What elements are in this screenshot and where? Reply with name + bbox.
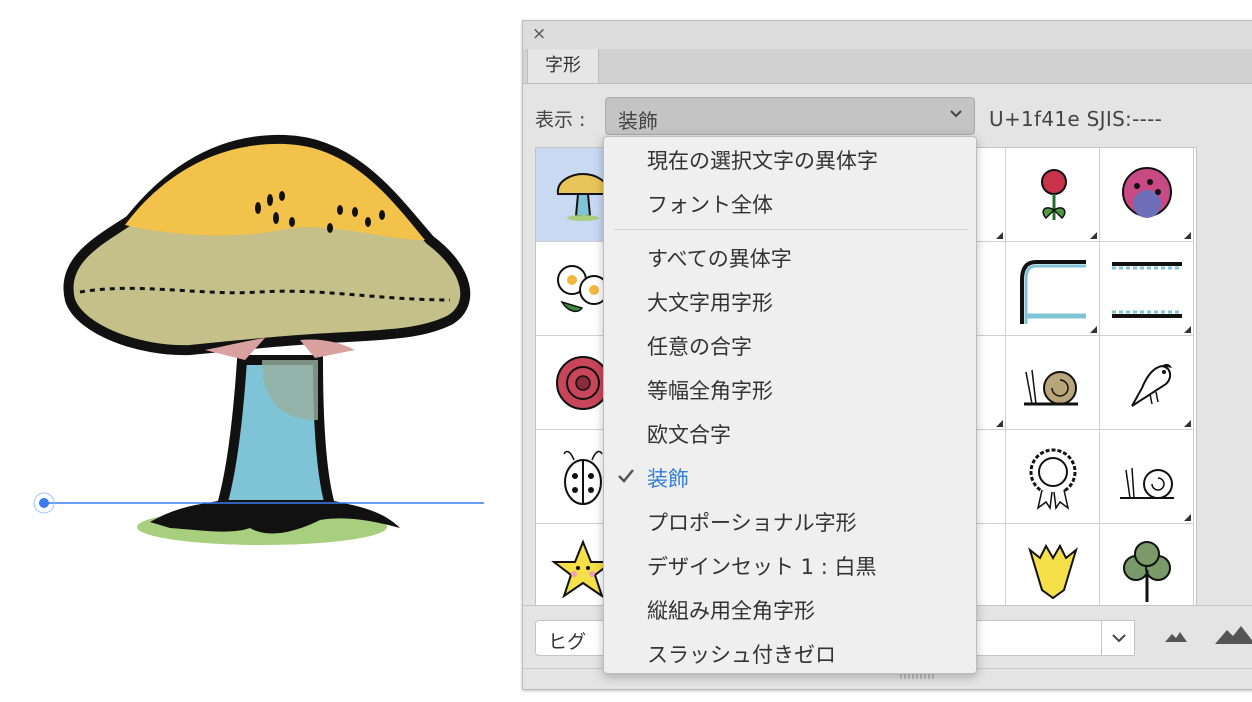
menu-item-titling-alternates[interactable]: 大文字用字形 — [604, 279, 976, 323]
checkmark-icon — [618, 469, 634, 483]
zoom-in-mountain-icon[interactable] — [1215, 624, 1252, 644]
glyph-cell-clover-flower[interactable] — [1100, 148, 1194, 242]
mushroom-artwork[interactable] — [0, 0, 520, 702]
glyph-cell-bird[interactable] — [1100, 336, 1194, 430]
menu-separator — [614, 229, 968, 230]
unicode-readout: U+1f41e SJIS:---- — [989, 107, 1163, 131]
show-select[interactable]: 装飾 — [605, 97, 975, 135]
shamrock-icon — [1123, 541, 1171, 602]
show-dropdown-menu: 現在の選択文字の異体字 フォント全体 すべての異体字 大文字用字形 任意の合字 … — [603, 136, 977, 674]
close-icon[interactable]: × — [532, 24, 546, 44]
glyph-cell-flower-bud[interactable] — [1006, 148, 1100, 242]
menu-item-slashed-zero[interactable]: スラッシュ付きゼロ — [604, 631, 976, 675]
flower-bud-icon — [1041, 169, 1067, 220]
tulip-icon — [1028, 543, 1078, 600]
artboard[interactable] — [0, 0, 520, 702]
snail-icon — [1024, 369, 1078, 406]
glyph-cell-snail[interactable] — [1006, 336, 1100, 430]
bird-icon — [1131, 363, 1172, 407]
font-family-dropdown-button[interactable] — [1101, 620, 1135, 656]
menu-item-all-alternates[interactable]: すべての異体字 — [604, 235, 976, 279]
glyph-cell-shamrock[interactable] — [1100, 524, 1194, 606]
menu-item-label: 現在の選択文字の異体字 — [647, 149, 878, 173]
menu-item-discretionary-ligatures[interactable]: 任意の合字 — [604, 323, 976, 367]
glyph-cell-tape-frame-left[interactable] — [1006, 242, 1100, 336]
menu-item-label: スラッシュ付きゼロ — [647, 643, 836, 667]
menu-item-label: 縦組み用全角字形 — [647, 599, 815, 623]
rosette-icon — [1029, 448, 1077, 511]
menu-item-label: 等幅全角字形 — [647, 379, 773, 403]
menu-item-label: 大文字用字形 — [647, 291, 773, 315]
menu-item-proportional-forms[interactable]: プロポーショナル字形 — [604, 499, 976, 543]
menu-item-label: フォント全体 — [647, 193, 773, 217]
menu-item-current-selection-alternates[interactable]: 現在の選択文字の異体字 — [604, 137, 976, 181]
menu-item-label: 装飾 — [647, 467, 689, 491]
menu-item-label: デザインセット 1 : 白黒 — [647, 555, 877, 579]
zoom-out-mountain-icon[interactable] — [1165, 630, 1187, 642]
panel-tab-row: 字形 — [523, 49, 1252, 84]
glyph-cell-tulip[interactable] — [1006, 524, 1100, 606]
clover-flower-icon — [1122, 167, 1172, 218]
menu-item-label: プロポーショナル字形 — [647, 511, 857, 535]
menu-item-vertical-full-width[interactable]: 縦組み用全角字形 — [604, 587, 976, 631]
glyph-cell-rosette[interactable] — [1006, 430, 1100, 524]
menu-item-standard-ligatures[interactable]: 欧文合字 — [604, 411, 976, 455]
font-family-value: ヒグ — [548, 631, 587, 653]
menu-item-ornaments[interactable]: 装飾 — [604, 455, 976, 499]
panel-title-bar[interactable]: × — [523, 21, 1252, 50]
menu-item-label: 任意の合字 — [647, 335, 752, 359]
tape-frame-right-icon — [1112, 262, 1182, 318]
show-select-value: 装飾 — [618, 109, 658, 133]
show-label: 表示 : — [535, 109, 586, 131]
menu-item-label: 欧文合字 — [647, 423, 731, 447]
chevron-down-icon — [950, 110, 962, 118]
menu-item-label: すべての異体字 — [647, 247, 792, 271]
tab-glyphs[interactable]: 字形 — [527, 49, 599, 83]
menu-item-full-width-forms[interactable]: 等幅全角字形 — [604, 367, 976, 411]
glyph-cell-tape-frame-right[interactable] — [1100, 242, 1194, 336]
snail-small-icon — [1120, 467, 1174, 499]
glyph-cell-snail-small[interactable] — [1100, 430, 1194, 524]
menu-item-stylistic-set-1[interactable]: デザインセット 1 : 白黒 — [604, 543, 976, 587]
menu-item-entire-font[interactable]: フォント全体 — [604, 181, 976, 225]
tape-frame-left-icon — [1020, 260, 1086, 324]
chevron-down-icon — [1112, 634, 1126, 643]
